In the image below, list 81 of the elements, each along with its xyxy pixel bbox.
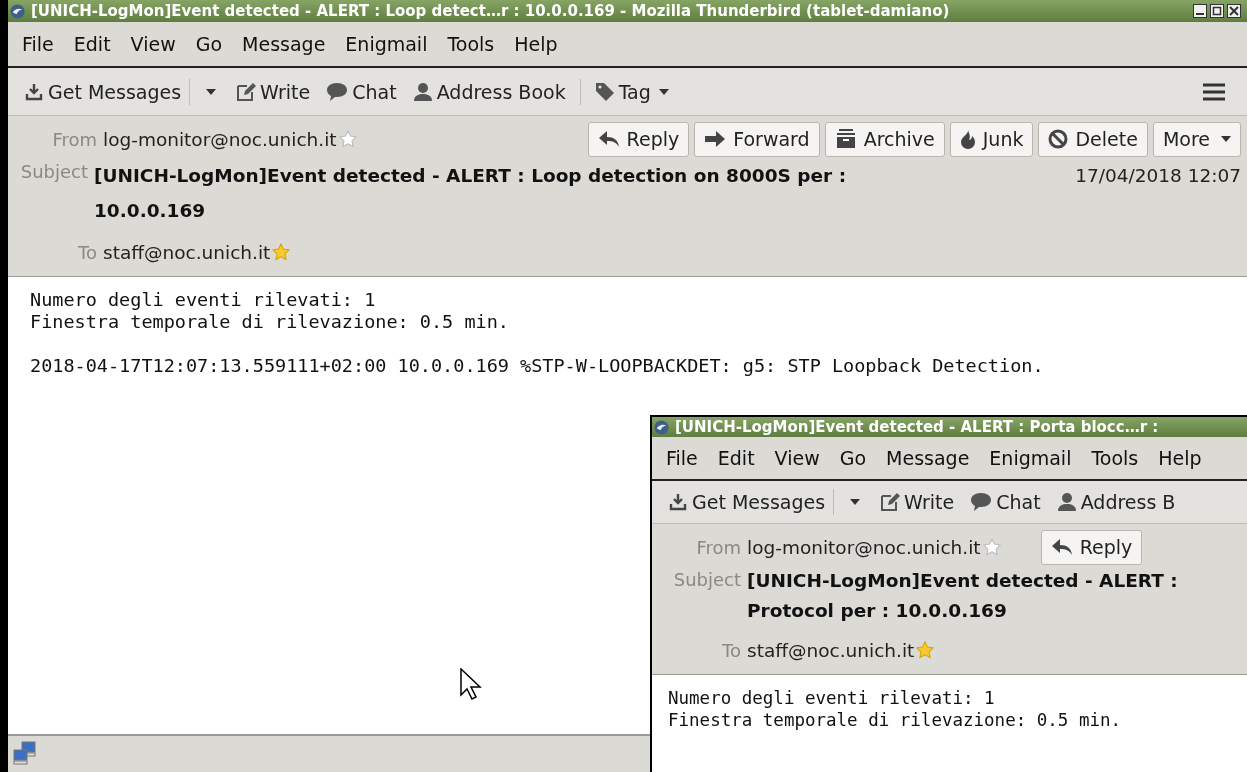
chat-button[interactable]: Chat (962, 487, 1049, 517)
chat-bubble-icon (970, 492, 993, 512)
date-text: 17/04/2018 12:07 (1074, 164, 1242, 188)
app-icon (654, 419, 669, 435)
pencil-icon (880, 492, 901, 512)
menu-item[interactable]: Help (1148, 447, 1212, 469)
subject-text: [UNICH-LogMon]Event detected - ALERT : Protocol per : 10.0.0.169 (747, 569, 1179, 623)
caret-icon (850, 499, 861, 505)
archive-box-icon (834, 129, 857, 149)
get-messages-button[interactable]: Get Messages (16, 76, 190, 107)
star-icon[interactable] (916, 641, 935, 659)
menu-item[interactable]: Help (504, 33, 568, 55)
field-label: From (695, 536, 742, 558)
caret-icon (658, 88, 669, 95)
reply-icon (1050, 538, 1073, 556)
star-icon[interactable] (982, 538, 1001, 556)
app-icon (10, 3, 25, 19)
get-messages-button[interactable]: Get Messages (660, 487, 834, 517)
sender-address[interactable]: log-monitor@noc.unich.it (103, 128, 337, 150)
menu-item[interactable]: Edit (707, 447, 765, 469)
menu-item[interactable]: Tools (1081, 447, 1149, 469)
address-book-button[interactable]: Address Book (404, 76, 574, 107)
menu-item[interactable]: File (12, 33, 64, 55)
menu-item[interactable]: Go (185, 33, 233, 55)
address-book-button[interactable]: Address B (1048, 487, 1184, 517)
archive-button[interactable]: Archive (824, 121, 945, 157)
mouse-pointer-icon (460, 668, 482, 700)
star-icon[interactable] (338, 130, 357, 148)
junk-button[interactable]: Junk (949, 121, 1034, 157)
delete-button[interactable]: Delete (1038, 121, 1148, 157)
menu-item[interactable]: Go (829, 447, 877, 469)
more-button[interactable]: More (1152, 121, 1241, 157)
tag-button[interactable]: Tag (586, 76, 677, 107)
field-label: To (721, 639, 742, 661)
person-icon (412, 81, 433, 102)
message-paragraph: Numero degli eventi rilevati: 1 Finestra temporale di rilevazione: 0.5 min. (30, 289, 510, 333)
reply-icon (597, 130, 620, 148)
maximize-icon[interactable] (1210, 4, 1224, 18)
menu-item[interactable]: Message (876, 447, 980, 469)
person-icon (1056, 492, 1077, 512)
chat-button[interactable]: Chat (318, 76, 405, 107)
recipient-address[interactable]: staff@noc.unich.it (103, 241, 271, 263)
reply-button[interactable]: Reply (587, 121, 690, 157)
menu-item[interactable]: Enigmail (979, 447, 1082, 469)
window-title: [UNICH-LogMon]Event detected - ALERT : Porta blocc…r : (675, 418, 1160, 436)
message-paragraph: 2018-04-17T12:07:13.559111+02:00 10.0.0.169 %STP-W-LOOPBACKDET: g5: STP Loopback Detection. (30, 355, 1045, 377)
field-label: From (51, 128, 98, 150)
download-icon (24, 81, 44, 102)
menu-item[interactable]: Tools (437, 33, 505, 55)
menu-item[interactable]: File (656, 447, 708, 469)
recipient-address[interactable]: staff@noc.unich.it (747, 639, 915, 661)
star-icon[interactable] (272, 243, 291, 261)
menu-item[interactable]: View (120, 33, 186, 55)
download-icon (668, 492, 688, 512)
message-paragraph: Numero degli eventi rilevati: 1 Finestra temporale di rilevazione: 0.5 min. (668, 687, 1123, 731)
menu-icon (1203, 82, 1225, 101)
forward-button[interactable]: Forward (694, 121, 820, 157)
write-button[interactable]: Write (872, 487, 963, 517)
subject-text: [UNICH-LogMon]Event detected - ALERT : Loop detection on 8000S per : 10.0.0.169 (94, 164, 848, 223)
window-title: [UNICH-LogMon]Event detected - ALERT : Loop detect…r : 10.0.0.169 - Mozilla Thunderbird (tablet-damiano) (31, 2, 951, 20)
menu-item[interactable]: Enigmail (335, 33, 438, 55)
menu-item[interactable]: Edit (63, 33, 121, 55)
write-button[interactable]: Write (228, 76, 319, 107)
caret-icon (206, 88, 217, 95)
reply-button[interactable]: Reply (1040, 529, 1143, 565)
tag-icon (594, 81, 615, 102)
field-label: Subject (19, 160, 89, 182)
caret-icon (1221, 136, 1231, 142)
close-icon[interactable] (1227, 4, 1241, 18)
menu-item[interactable]: View (764, 447, 830, 469)
arrow-right-icon (704, 130, 727, 148)
field-label: To (77, 241, 98, 263)
sender-address[interactable]: log-monitor@noc.unich.it (747, 536, 981, 558)
network-icon[interactable] (12, 741, 38, 767)
menu-item[interactable]: Message (232, 33, 336, 55)
pencil-icon (236, 81, 257, 102)
field-label: Subject (672, 568, 742, 590)
flame-icon (959, 129, 976, 149)
chat-bubble-icon (326, 81, 349, 102)
minimize-icon[interactable] (1193, 4, 1207, 18)
prohibited-icon (1048, 129, 1069, 149)
